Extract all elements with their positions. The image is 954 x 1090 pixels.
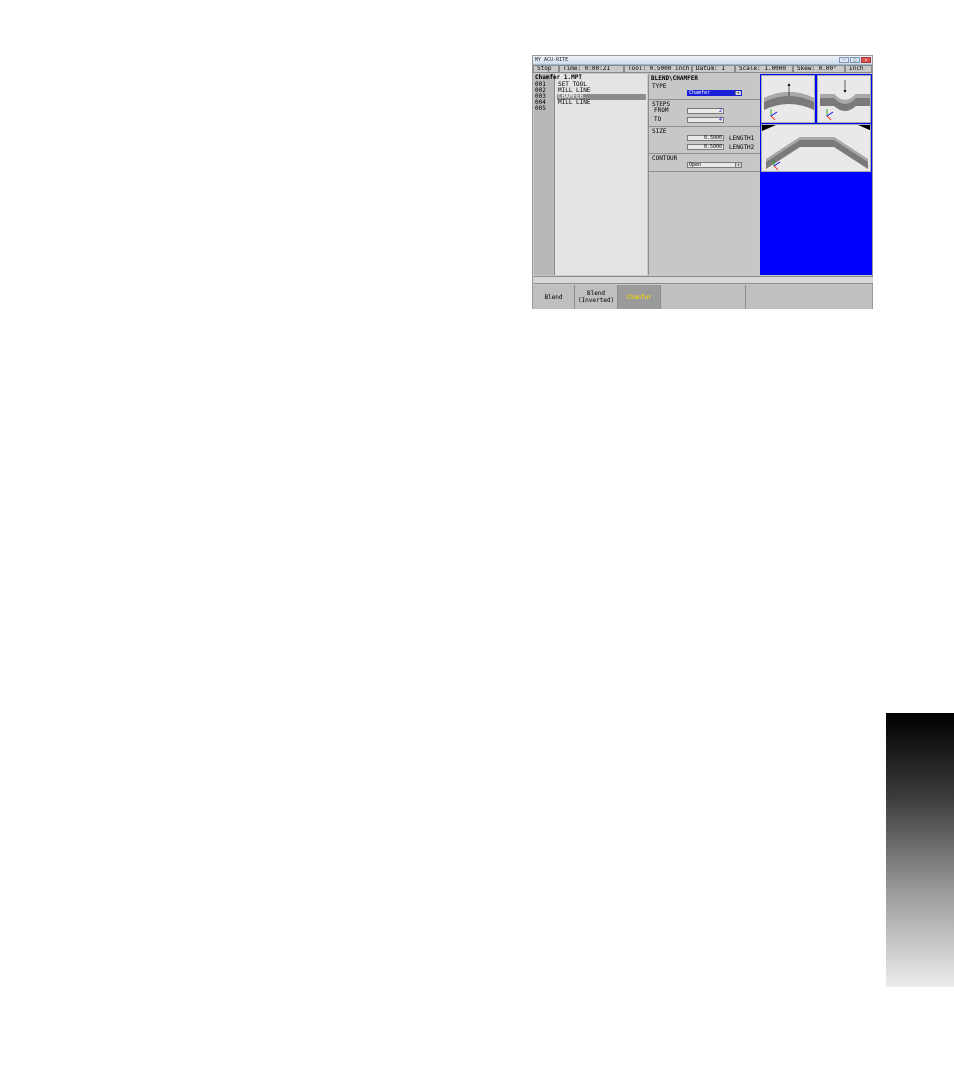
contour-value: Open: [689, 162, 702, 168]
status-mode: Stop: [533, 65, 559, 73]
divider: [649, 153, 760, 154]
to-label: TO: [654, 116, 662, 123]
status-time: Time: 0:00:21: [559, 65, 624, 73]
contour-label: CONTOUR: [652, 155, 678, 162]
close-button[interactable]: ×: [861, 57, 871, 63]
softkey-bar: Blend Blend (Inverted) Chamfer: [533, 285, 872, 309]
blend-inverted-shape-icon: [820, 80, 870, 121]
application-window: MY ACU-RITE – □ × Stop Time: 0:00:21 Too…: [532, 55, 873, 309]
type-label: TYPE: [652, 83, 667, 90]
blend-inverted-preview-thumbnail[interactable]: [817, 75, 871, 123]
horizontal-scrollbar[interactable]: [534, 276, 873, 284]
chapter-tab-gradient: [886, 713, 954, 987]
chevron-down-icon[interactable]: ▾: [735, 91, 741, 95]
status-skew: Skew: 0.00°: [793, 65, 845, 73]
chamfer-preview-thumbnail[interactable]: [761, 124, 871, 172]
program-line[interactable]: [557, 106, 646, 112]
softkey-blend-inverted[interactable]: Blend (Inverted): [575, 285, 618, 309]
blend-chamfer-form: BLEND\CHAMFER TYPE Chamfer ▾ STEPS FROM …: [648, 74, 760, 275]
softkey-chamfer[interactable]: Chamfer: [618, 285, 661, 309]
to-field[interactable]: 4: [687, 117, 724, 123]
from-label: FROM: [654, 107, 669, 114]
softkey-blend[interactable]: Blend: [533, 285, 575, 309]
softkey-empty-1[interactable]: [661, 285, 746, 309]
title-bar: MY ACU-RITE – □ ×: [533, 56, 872, 65]
form-heading: BLEND\CHAMFER: [651, 75, 698, 82]
status-scale: Scale: 1.0000: [735, 65, 793, 73]
window-title: MY ACU-RITE: [535, 57, 569, 63]
divider: [649, 126, 760, 127]
status-tool: Tool: 0.5000 inch: [624, 65, 692, 73]
divider: [649, 99, 760, 100]
minimize-button[interactable]: –: [839, 57, 849, 63]
line-number: 005: [535, 105, 546, 112]
blend-shape-icon: [764, 83, 814, 121]
divider: [649, 171, 760, 172]
status-datum: Datum: 1: [692, 65, 735, 73]
maximize-button[interactable]: □: [850, 57, 860, 63]
chamfer-shape-icon: [762, 125, 870, 171]
status-units: Inch: [845, 65, 872, 73]
contour-dropdown[interactable]: Open ▾: [687, 162, 742, 168]
type-value: Chamfer: [689, 90, 711, 96]
from-field[interactable]: 2: [687, 108, 724, 114]
program-title: Chamfer 1.MPT: [535, 74, 582, 81]
softkey-empty-2[interactable]: [746, 285, 872, 309]
size-label: SIZE: [652, 128, 667, 135]
length2-field[interactable]: 0.5000: [687, 144, 724, 150]
chevron-down-icon[interactable]: ▾: [735, 163, 741, 167]
preview-panel: [760, 74, 872, 275]
length1-label: LENGTH1: [729, 135, 755, 142]
status-bar: Stop Time: 0:00:21 Tool: 0.5000 inch Dat…: [533, 65, 872, 73]
length2-label: LENGTH2: [729, 144, 755, 151]
length1-field[interactable]: 0.5000: [687, 135, 724, 141]
blend-preview-thumbnail[interactable]: [761, 75, 815, 123]
type-dropdown[interactable]: Chamfer ▾: [687, 90, 742, 96]
